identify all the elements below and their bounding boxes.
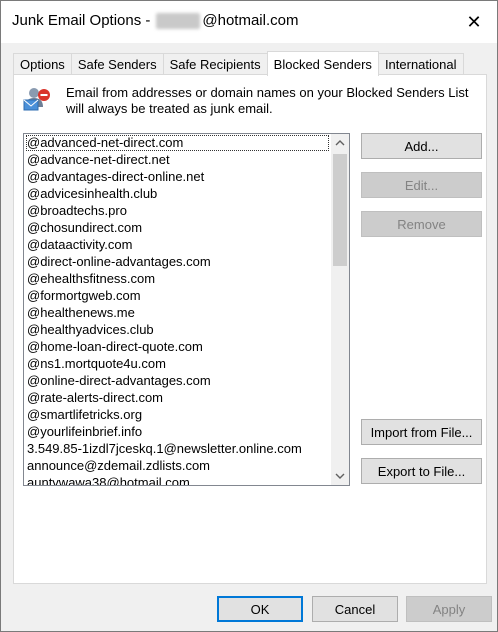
list-item[interactable]: @home-loan-direct-quote.com	[24, 338, 331, 355]
blocked-senders-panel: Email from addresses or domain names on …	[13, 74, 487, 584]
blocked-senders-list[interactable]: @advanced-net-direct.com @advance-net-dir…	[23, 133, 350, 486]
list-item[interactable]: @chosundirect.com	[24, 219, 331, 236]
list-item[interactable]: @advance-net-direct.net	[24, 151, 331, 168]
redacted-email-name	[156, 12, 201, 29]
list-item[interactable]: @smartlifetricks.org	[24, 406, 331, 423]
list-item[interactable]: @rate-alerts-direct.com	[24, 389, 331, 406]
apply-button[interactable]: Apply	[406, 596, 492, 622]
tab-safe-recipients[interactable]: Safe Recipients	[162, 53, 268, 75]
title-bar[interactable]: Junk Email Options - @hotmail.com ✕	[1, 1, 497, 43]
tab-blocked-senders[interactable]: Blocked Senders	[266, 51, 379, 76]
scroll-down-icon[interactable]	[331, 467, 349, 485]
close-button[interactable]: ✕	[451, 1, 497, 43]
tab-safe-senders[interactable]: Safe Senders	[70, 53, 164, 75]
export-to-file-button[interactable]: Export to File...	[361, 458, 482, 484]
list-item[interactable]: @yourlifeinbrief.info	[24, 423, 331, 440]
window-title-suffix: @hotmail.com	[202, 12, 299, 29]
scroll-thumb[interactable]	[333, 154, 347, 266]
close-icon: ✕	[466, 11, 482, 32]
import-from-file-button[interactable]: Import from File...	[361, 419, 482, 445]
list-item[interactable]: @ns1.mortquote4u.com	[24, 355, 331, 372]
list-item[interactable]: @healthyadvices.club	[24, 321, 331, 338]
tab-international[interactable]: International	[377, 53, 464, 75]
list-scrollbar[interactable]	[331, 134, 349, 485]
ok-button[interactable]: OK	[217, 596, 303, 622]
list-item[interactable]: @broadtechs.pro	[24, 202, 331, 219]
info-text: Email from addresses or domain names on …	[66, 85, 469, 116]
list-item[interactable]: announce@zdemail.zdlists.com	[24, 457, 331, 474]
list-item[interactable]: @ehealthsfitness.com	[24, 270, 331, 287]
add-button[interactable]: Add...	[361, 133, 482, 159]
window-title: Junk Email Options - @hotmail.com	[12, 12, 298, 29]
list-item[interactable]: auntywawa38@hotmail.com	[24, 474, 331, 485]
edit-button[interactable]: Edit...	[361, 172, 482, 198]
list-item[interactable]: @healthenews.me	[24, 304, 331, 321]
list-item[interactable]: 3.549.85-1izdl7jceskq.1@newsletter.onlin…	[24, 440, 331, 457]
remove-button[interactable]: Remove	[361, 211, 482, 237]
list-items: @advanced-net-direct.com @advance-net-dir…	[24, 134, 331, 485]
list-item[interactable]: @dataactivity.com	[24, 236, 331, 253]
cancel-button[interactable]: Cancel	[312, 596, 398, 622]
tab-strip: Options Safe Senders Safe Recipients Blo…	[13, 51, 464, 76]
junk-email-options-dialog: Junk Email Options - @hotmail.com ✕ Opti…	[0, 0, 498, 632]
list-item[interactable]: @direct-online-advantages.com	[24, 253, 331, 270]
list-item[interactable]: @advicesinhealth.club	[24, 185, 331, 202]
window-title-prefix: Junk Email Options -	[12, 12, 151, 29]
list-item[interactable]: @advanced-net-direct.com	[26, 135, 329, 151]
list-item[interactable]: @online-direct-advantages.com	[24, 372, 331, 389]
list-item[interactable]: @advantages-direct-online.net	[24, 168, 331, 185]
scroll-up-icon[interactable]	[331, 134, 349, 152]
blocked-senders-icon	[22, 85, 52, 113]
list-item[interactable]: @formortgweb.com	[24, 287, 331, 304]
tab-options[interactable]: Options	[13, 53, 72, 75]
